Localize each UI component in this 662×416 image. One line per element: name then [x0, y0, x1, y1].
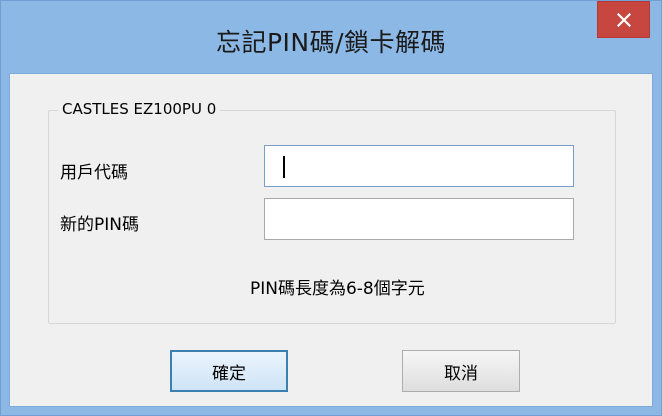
ok-button[interactable]: 確定: [170, 350, 288, 392]
new-pin-label: 新的PIN碼: [60, 215, 139, 235]
reader-name-label: CASTLES EZ100PU 0: [58, 100, 221, 118]
window-title: 忘記PIN碼/鎖卡解碼: [215, 28, 447, 57]
text-caret: [283, 156, 285, 178]
user-code-label: 用戶代碼: [60, 163, 128, 183]
dialog-window: 忘記PIN碼/鎖卡解碼 CASTLES EZ100PU 0 用戶代碼 新的PIN…: [0, 0, 662, 416]
title-bar[interactable]: 忘記PIN碼/鎖卡解碼: [1, 1, 661, 73]
close-icon: [616, 12, 631, 27]
new-pin-input[interactable]: [264, 198, 574, 240]
dialog-client-area: CASTLES EZ100PU 0 用戶代碼 新的PIN碼 PIN碼長度為6-8…: [9, 73, 653, 407]
cancel-button[interactable]: 取消: [402, 350, 520, 392]
user-code-input[interactable]: [264, 145, 574, 187]
pin-length-hint: PIN碼長度為6-8個字元: [250, 279, 425, 299]
close-button[interactable]: [597, 1, 650, 38]
